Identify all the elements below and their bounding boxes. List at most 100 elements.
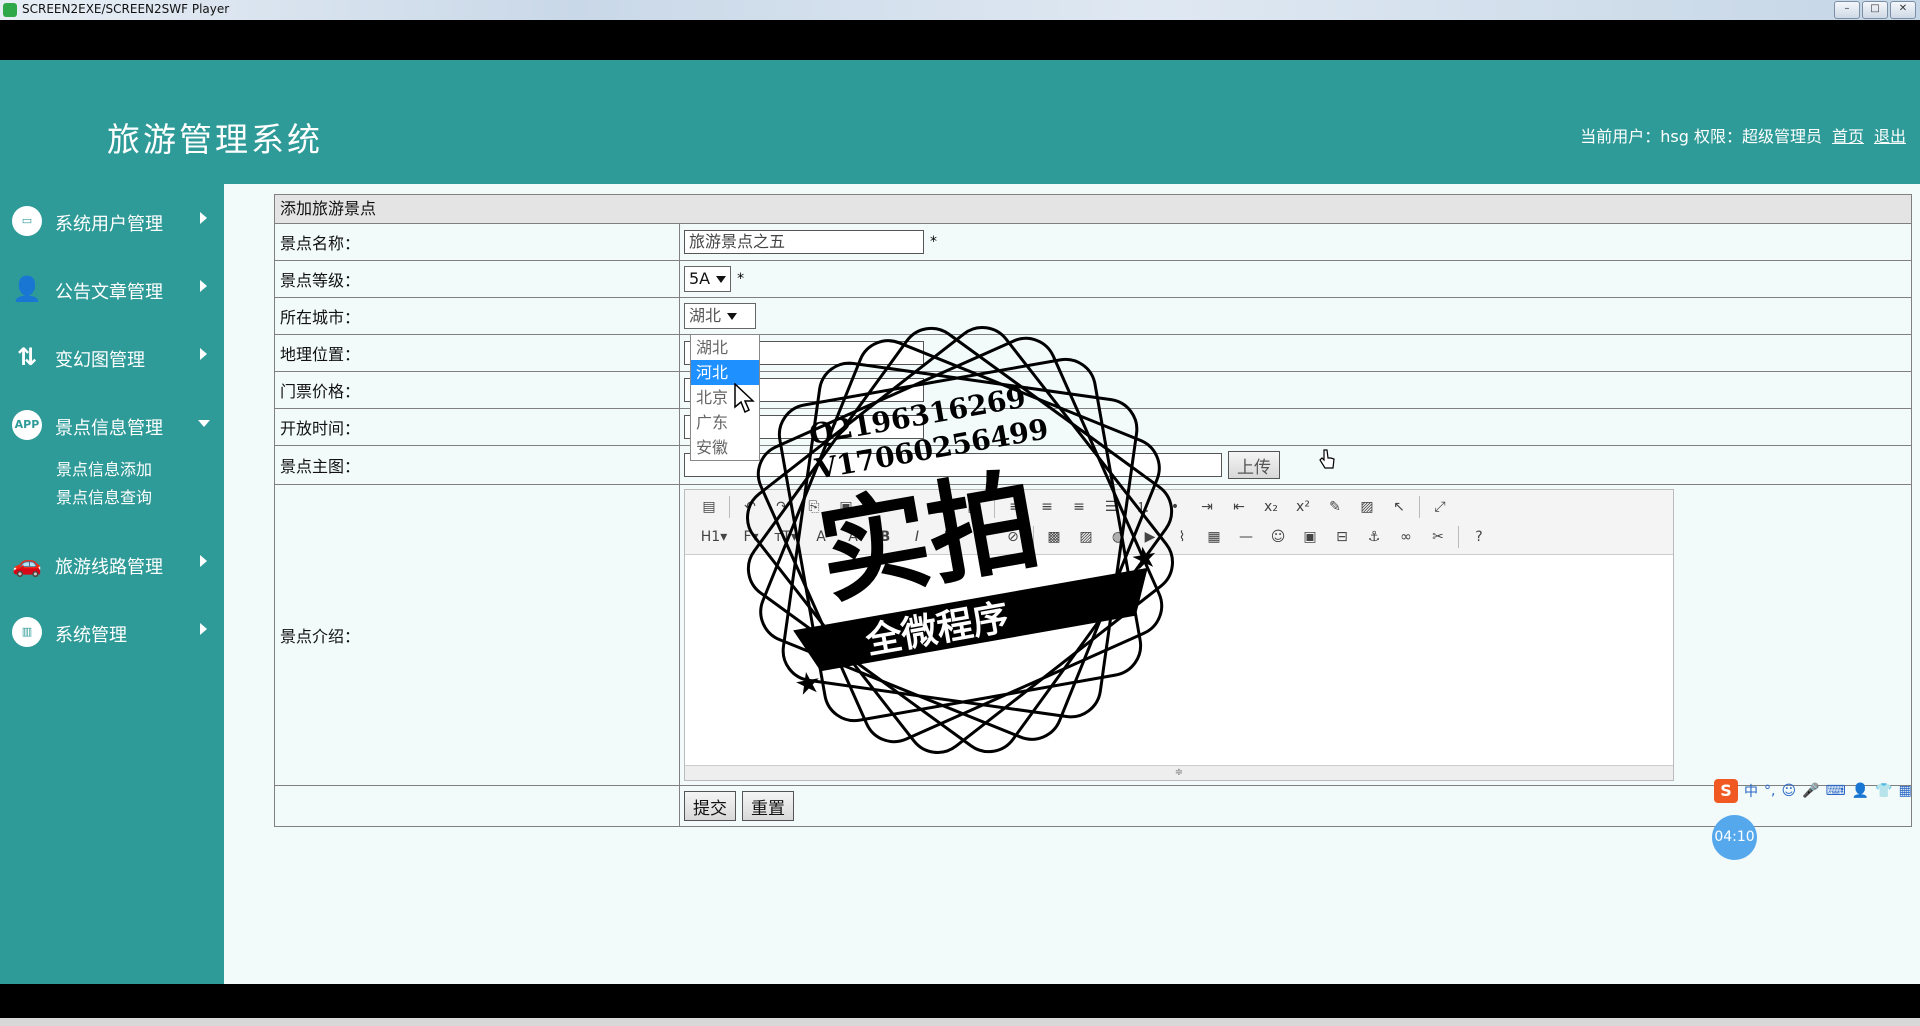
indent-icon[interactable]: ⇥ (1195, 496, 1219, 518)
redo-icon[interactable]: ↷ (770, 496, 794, 518)
align-left-icon[interactable]: ≡ (1003, 496, 1027, 518)
copy-icon[interactable]: ⎘ (802, 496, 826, 518)
subscript-icon[interactable]: x₂ (1259, 496, 1283, 518)
minimize-button[interactable]: – (1834, 1, 1860, 19)
city-option-highlighted[interactable]: 河北 (691, 360, 759, 385)
skin-icon[interactable]: 👕 (1875, 783, 1892, 799)
sidebar-subitem-query-attraction[interactable]: 景点信息查询 (56, 484, 152, 508)
punctuation-icon[interactable]: °, (1764, 783, 1775, 799)
source-icon[interactable]: ▤ (697, 496, 721, 518)
media-icon[interactable]: ▶ (1138, 526, 1162, 548)
city-option[interactable]: 安徽 (691, 435, 759, 460)
attachment-icon[interactable]: ⌇ (1170, 526, 1194, 548)
sidebar-item-system-management[interactable]: ▥ 系统管理 (0, 609, 224, 649)
grid-icon[interactable]: ▦ (1899, 783, 1912, 799)
form-row-actions: 提交 重置 (275, 786, 1911, 826)
justify-icon[interactable]: ☰ (1099, 496, 1123, 518)
sogou-logo-icon[interactable]: S (1714, 779, 1738, 803)
align-right-icon[interactable]: ≡ (1067, 496, 1091, 518)
multi-image-icon[interactable]: ▨ (1074, 526, 1098, 548)
sidebar-subitem-add-attraction[interactable]: 景点信息添加 (56, 456, 152, 480)
flash-icon[interactable]: ◍ (1106, 526, 1130, 548)
sidebar: ▭ 系统用户管理 👤 公告文章管理 ⇅ 变幻图管理 APP 景点信息管理 景点信… (0, 184, 224, 984)
chart-icon: ▥ (12, 617, 42, 647)
italic-icon[interactable]: I (905, 526, 929, 548)
anchor-icon[interactable]: ⚓ (1362, 526, 1386, 548)
form-row-name: 景点名称： * (275, 224, 1911, 261)
name-input[interactable] (684, 230, 924, 254)
remove-format-icon[interactable]: ⊘ (1001, 526, 1025, 548)
sidebar-item-attraction-management[interactable]: APP 景点信息管理 (0, 402, 224, 442)
emoji-icon[interactable]: ☺ (1781, 783, 1796, 799)
maximize-button[interactable]: □ (1862, 1, 1888, 19)
emoticon-icon[interactable]: ☺ (1266, 526, 1290, 548)
image-icon[interactable]: ▩ (1042, 526, 1066, 548)
page-break-icon[interactable]: ⊟ (1330, 526, 1354, 548)
city-select[interactable]: 湖北 (684, 303, 756, 329)
logout-link[interactable]: 退出 (1874, 123, 1906, 147)
superscript-icon[interactable]: x² (1291, 496, 1315, 518)
format-painter-icon[interactable]: ▨ (1355, 496, 1379, 518)
paste-text-icon[interactable]: ▦ (930, 496, 954, 518)
transform-icon: ⇅ (16, 343, 38, 371)
close-button[interactable]: ✕ (1890, 1, 1916, 19)
ime-language[interactable]: 中 (1744, 781, 1758, 801)
clear-format-icon[interactable]: ✎ (1323, 496, 1347, 518)
cut-icon[interactable]: ✂ (866, 496, 890, 518)
add-attraction-form: 添加旅游景点 景点名称： * 景点等级： 5A * (274, 194, 1912, 827)
user-info: 当前用户：hsg 权限：超级管理员 首页 退出 (1580, 123, 1906, 147)
city-option[interactable]: 湖北 (691, 335, 759, 360)
sidebar-item-slider-management[interactable]: ⇅ 变幻图管理 (0, 334, 224, 374)
outdent-icon[interactable]: ⇤ (1227, 496, 1251, 518)
app-icon (3, 3, 17, 17)
font-size-icon[interactable]: тT▾ (771, 526, 801, 548)
strikethrough-icon[interactable]: S (969, 526, 993, 548)
underline-icon[interactable]: U (937, 526, 961, 548)
link-icon[interactable]: ∞ (1394, 526, 1418, 548)
app-area: 旅游管理系统 当前用户：hsg 权限：超级管理员 首页 退出 ▭ 系统用户管理 … (0, 60, 1920, 984)
table-icon[interactable]: ▦ (1202, 526, 1226, 548)
bg-color-icon[interactable]: A (841, 526, 865, 548)
editor-resize-handle[interactable]: ≑ (685, 765, 1673, 780)
paste-icon[interactable]: ▣ (834, 496, 858, 518)
bold-icon[interactable]: B (873, 526, 897, 548)
toolbar-separator (1458, 526, 1459, 548)
form-row-intro: 景点介绍： ▤ ↶ ↷ ⎘ ▣ ✂ ⌕ ▦ ▧ ≡ ≡ ≡ ☰ ⒈ • ⇥ ⇤ … (275, 485, 1911, 786)
sidebar-item-route-management[interactable]: 🚗 旅游线路管理 (0, 541, 224, 581)
heading-icon[interactable]: H1▾ (697, 526, 731, 548)
align-center-icon[interactable]: ≡ (1035, 496, 1059, 518)
user-icon[interactable]: 👤 (1852, 783, 1869, 799)
image-path-input[interactable] (684, 453, 1222, 477)
unlink-icon[interactable]: ✂ (1426, 526, 1450, 548)
undo-icon[interactable]: ↶ (738, 496, 762, 518)
form-row-city: 所在城市： 湖北 (275, 298, 1911, 335)
map-icon[interactable]: ▣ (1298, 526, 1322, 548)
unordered-list-icon[interactable]: • (1163, 496, 1187, 518)
sidebar-item-label: 系统用户管理 (55, 214, 163, 235)
select-all-icon[interactable]: ↖ (1387, 496, 1411, 518)
ordered-list-icon[interactable]: ⒈ (1131, 496, 1155, 518)
rich-text-editor[interactable]: ▤ ↶ ↷ ⎘ ▣ ✂ ⌕ ▦ ▧ ≡ ≡ ≡ ☰ ⒈ • ⇥ ⇤ x₂ x² … (684, 489, 1674, 781)
ime-toolbar: S 中 °, ☺ 🎤 ⌨ 👤 👕 ▦ (1714, 778, 1914, 804)
help-icon[interactable]: ? (1467, 526, 1491, 548)
microphone-icon[interactable]: 🎤 (1802, 783, 1819, 799)
home-link[interactable]: 首页 (1832, 123, 1864, 147)
current-user-text: 当前用户：hsg 权限：超级管理员 (1580, 127, 1822, 146)
dropdown-arrow-icon (727, 312, 738, 320)
required-mark: * (930, 234, 937, 250)
level-selected-value: 5A (689, 269, 711, 288)
submit-button[interactable]: 提交 (684, 791, 736, 821)
font-family-icon[interactable]: F▾ (739, 526, 763, 548)
find-icon[interactable]: ⌕ (898, 496, 922, 518)
keyboard-icon[interactable]: ⌨ (1826, 783, 1846, 799)
level-select[interactable]: 5A (684, 266, 732, 292)
reset-button[interactable]: 重置 (742, 791, 794, 821)
paste-word-icon[interactable]: ▧ (962, 496, 986, 518)
sidebar-item-user-management[interactable]: ▭ 系统用户管理 (0, 198, 224, 238)
hr-icon[interactable]: — (1234, 526, 1258, 548)
upload-button[interactable]: 上传 (1228, 451, 1280, 479)
main-content: 添加旅游景点 景点名称： * 景点等级： 5A * (224, 184, 1920, 984)
sidebar-item-article-management[interactable]: 👤 公告文章管理 (0, 266, 224, 306)
font-color-icon[interactable]: A (809, 526, 833, 548)
fullscreen-icon[interactable]: ⤢ (1428, 496, 1452, 518)
